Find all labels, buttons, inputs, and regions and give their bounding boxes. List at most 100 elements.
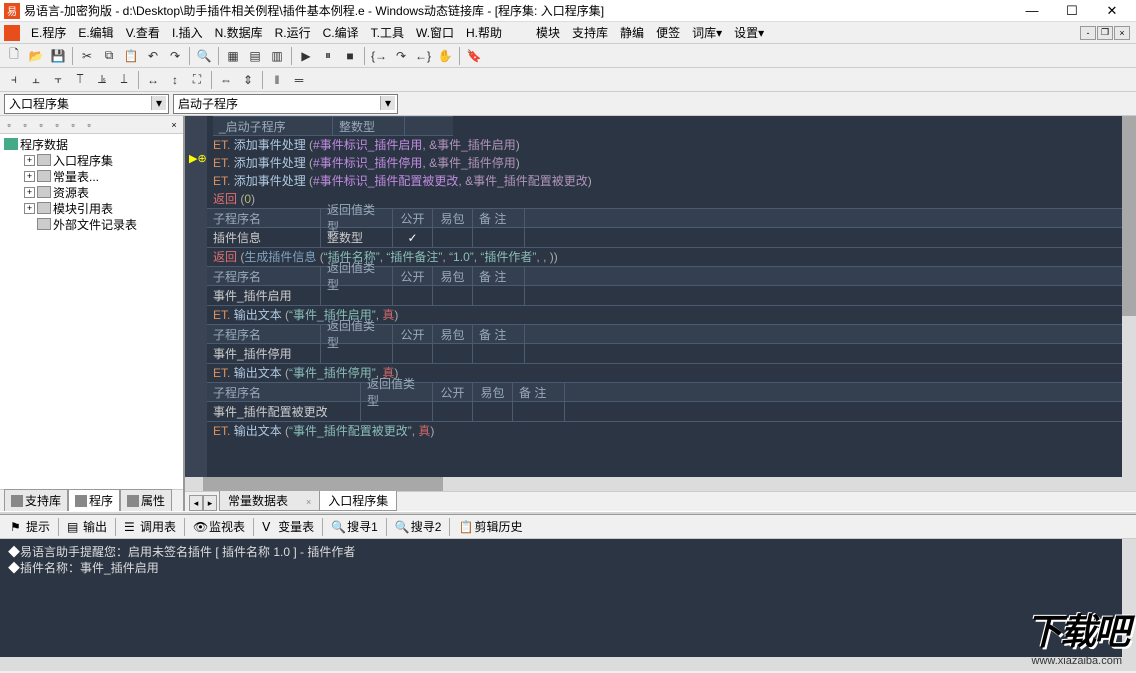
menu-run[interactable]: R.运行 (270, 22, 316, 43)
align-middle-icon[interactable]: ⫡ (92, 70, 112, 90)
vertical-scrollbar[interactable] (1122, 116, 1136, 477)
tab-prev-icon[interactable]: ◂ (189, 495, 203, 511)
align-bottom-icon[interactable]: ⟘ (114, 70, 134, 90)
tree-node-resource[interactable]: +资源表 (2, 184, 181, 200)
step-out-icon[interactable]: ←} (413, 46, 433, 66)
align-right-icon[interactable]: ⫟ (48, 70, 68, 90)
code-body[interactable]: ▶⊕ _启动子程序 整数型 ET. 添加事件处理 (#事件标识_插件启用, &事… (185, 116, 1136, 491)
tree-btn-1[interactable]: ▫ (2, 118, 16, 132)
mdi-close[interactable]: × (1114, 26, 1130, 40)
new-icon[interactable]: 🗋 (4, 46, 24, 66)
center-h-icon[interactable]: ⇔ (216, 70, 236, 90)
tree-close-icon[interactable]: × (167, 118, 181, 132)
menu-edit[interactable]: E.编辑 (73, 22, 118, 43)
output-hscroll[interactable] (0, 657, 1136, 671)
expand-icon[interactable]: + (24, 203, 35, 214)
expand-icon[interactable]: + (24, 171, 35, 182)
same-width-icon[interactable]: ↔ (143, 70, 163, 90)
save-icon[interactable]: 💾 (48, 46, 68, 66)
dist-v-icon[interactable]: ═ (289, 70, 309, 90)
menu-module[interactable]: 模块 (531, 22, 565, 43)
menu-settings[interactable]: 设置▾ (729, 22, 769, 43)
pause-icon[interactable]: ⏸ (318, 46, 338, 66)
sub-row[interactable]: 事件_插件启用 (207, 286, 1122, 306)
step-in-icon[interactable]: {→ (369, 46, 389, 66)
bookmark-icon[interactable]: 🔖 (464, 46, 484, 66)
code-line[interactable]: ET. 输出文本 (“事件_插件配置被更改”, 真) (207, 422, 1122, 440)
code-line[interactable]: ET. 添加事件处理 (#事件标识_插件配置被更改, &事件_插件配置被更改) (207, 172, 1122, 190)
tree-btn-2[interactable]: ▫ (18, 118, 32, 132)
menu-tools[interactable]: T.工具 (366, 22, 409, 43)
tree-node-extfile[interactable]: 外部文件记录表 (2, 216, 181, 232)
run-icon[interactable]: ▶ (296, 46, 316, 66)
menu-help[interactable]: H.帮助 (461, 22, 507, 43)
align-center-h-icon[interactable]: ⫠ (26, 70, 46, 90)
minimize-button[interactable]: — (1012, 1, 1052, 21)
menu-database[interactable]: N.数据库 (210, 22, 268, 43)
layout3-icon[interactable]: ▥ (267, 46, 287, 66)
same-height-icon[interactable]: ↕ (165, 70, 185, 90)
stop-icon[interactable]: ■ (340, 46, 360, 66)
tab-close-icon[interactable]: × (306, 497, 311, 507)
redo-icon[interactable]: ↷ (165, 46, 185, 66)
menu-insert[interactable]: I.插入 (167, 22, 208, 43)
layout2-icon[interactable]: ▤ (245, 46, 265, 66)
output-vscroll[interactable] (1122, 539, 1136, 657)
menu-static[interactable]: 静编 (615, 22, 649, 43)
tree-root[interactable]: 程序数据 (2, 136, 181, 152)
step-over-icon[interactable]: ↷ (391, 46, 411, 66)
menu-dict[interactable]: 词库▾ (687, 22, 727, 43)
tree-node-module[interactable]: +模块引用表 (2, 200, 181, 216)
tab-next-icon[interactable]: ▸ (203, 495, 217, 511)
menu-program[interactable]: E.程序 (26, 22, 71, 43)
tree-node-const[interactable]: +常量表... (2, 168, 181, 184)
menu-support[interactable]: 支持库 (567, 22, 613, 43)
tab-program[interactable]: 程序 (68, 489, 120, 511)
tree-btn-4[interactable]: ▫ (50, 118, 64, 132)
code-line[interactable]: ET. 添加事件处理 (#事件标识_插件启用, &事件_插件启用) (207, 136, 1122, 154)
close-button[interactable]: ✕ (1092, 1, 1132, 21)
align-left-icon[interactable]: ⫞ (4, 70, 24, 90)
sub-row[interactable]: 事件_插件停用 (207, 344, 1122, 364)
scrollbar-thumb[interactable] (203, 477, 443, 491)
assembly-combo[interactable]: 入口程序集 (4, 94, 169, 114)
btab-watch[interactable]: 👁监视表 (187, 515, 251, 538)
menu-window[interactable]: W.窗口 (411, 22, 459, 43)
undo-icon[interactable]: ↶ (143, 46, 163, 66)
gutter[interactable]: ▶⊕ (185, 116, 207, 491)
align-top-icon[interactable]: ⟙ (70, 70, 90, 90)
copy-icon[interactable]: ⧉ (99, 46, 119, 66)
tree-btn-3[interactable]: ▫ (34, 118, 48, 132)
btab-search2[interactable]: 🔍搜寻2 (389, 515, 448, 538)
layout1-icon[interactable]: ▦ (223, 46, 243, 66)
mdi-minimize[interactable]: - (1080, 26, 1096, 40)
tab-properties[interactable]: 属性 (120, 489, 172, 511)
expand-icon[interactable]: + (24, 187, 35, 198)
dist-h-icon[interactable]: ‖ (267, 70, 287, 90)
same-size-icon[interactable]: ⛶ (187, 70, 207, 90)
menu-note[interactable]: 便签 (651, 22, 685, 43)
tree-btn-5[interactable]: ▫ (66, 118, 80, 132)
btab-call[interactable]: ☰调用表 (118, 515, 182, 538)
btab-hint[interactable]: ⚑提示 (4, 515, 56, 538)
paste-icon[interactable]: 📋 (121, 46, 141, 66)
open-icon[interactable]: 📂 (26, 46, 46, 66)
find-icon[interactable]: 🔍 (194, 46, 214, 66)
tree-node-entry[interactable]: +入口程序集 (2, 152, 181, 168)
mdi-restore[interactable]: ❐ (1097, 26, 1113, 40)
tree-body[interactable]: 程序数据 +入口程序集 +常量表... +资源表 +模块引用表 外部文件记录表 (0, 134, 183, 489)
sub-row[interactable]: 插件信息整数型✓ (207, 228, 1122, 248)
code-line[interactable]: ET. 输出文本 (“事件_插件停用”, 真) (207, 364, 1122, 382)
btab-vars[interactable]: Ⅴ变量表 (256, 515, 320, 538)
output-text[interactable]: ◆易语言助手提醒您：启用未签名插件 [ 插件名称 1.0 ] - 插件作者 ◆插… (0, 539, 1136, 657)
btab-clip[interactable]: 📋剪辑历史 (452, 515, 528, 538)
maximize-button[interactable]: ☐ (1052, 1, 1092, 21)
center-v-icon[interactable]: ⇕ (238, 70, 258, 90)
code-tab-const[interactable]: 常量数据表× (219, 490, 320, 511)
tree-btn-6[interactable]: ▫ (82, 118, 96, 132)
code-tab-entry[interactable]: 入口程序集 (319, 490, 397, 511)
code-line[interactable]: ET. 添加事件处理 (#事件标识_插件停用, &事件_插件停用) (207, 154, 1122, 172)
cut-icon[interactable]: ✂ (77, 46, 97, 66)
breakpoint-icon[interactable]: ✋ (435, 46, 455, 66)
expand-icon[interactable]: + (24, 155, 35, 166)
